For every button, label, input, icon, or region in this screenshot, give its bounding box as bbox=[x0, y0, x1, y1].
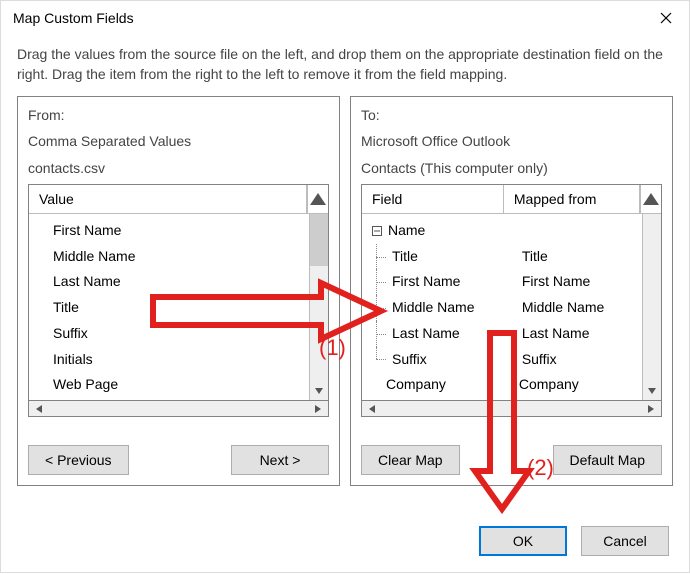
instruction-text: Drag the values from the source file on … bbox=[1, 35, 689, 96]
close-button[interactable] bbox=[643, 2, 689, 34]
mapping-columns: From: Comma Separated Values contacts.cs… bbox=[1, 96, 689, 486]
from-vertical-scrollbar[interactable] bbox=[309, 214, 328, 400]
to-tree-item[interactable]: Last NameLast Name bbox=[364, 321, 640, 347]
next-button[interactable]: Next > bbox=[231, 445, 329, 475]
title-bar: Map Custom Fields bbox=[1, 1, 689, 35]
scroll-down-icon[interactable] bbox=[643, 382, 661, 400]
to-label: To: bbox=[361, 105, 662, 125]
scroll-left-icon[interactable] bbox=[362, 401, 382, 416]
cancel-button[interactable]: Cancel bbox=[581, 526, 669, 556]
to-tree-item[interactable]: TitleTitle bbox=[364, 244, 640, 270]
scroll-down-icon[interactable] bbox=[310, 382, 328, 400]
collapse-icon[interactable] bbox=[370, 224, 384, 238]
to-panel-buttons: Clear Map Default Map bbox=[361, 417, 662, 475]
ok-button[interactable]: OK bbox=[479, 526, 567, 556]
clear-map-button[interactable]: Clear Map bbox=[361, 445, 460, 475]
from-panel: From: Comma Separated Values contacts.cs… bbox=[17, 96, 340, 486]
to-folder: Contacts (This computer only) bbox=[361, 158, 662, 178]
to-list-header: Field Mapped from bbox=[362, 185, 661, 214]
from-listbox[interactable]: Value First Name Middle Name Last Name T… bbox=[28, 184, 329, 401]
from-horizontal-scrollbar[interactable] bbox=[28, 400, 329, 417]
scroll-left-icon[interactable] bbox=[29, 401, 49, 416]
to-tree-item[interactable]: Middle NameMiddle Name bbox=[364, 295, 640, 321]
from-item[interactable]: Title bbox=[31, 295, 307, 321]
to-header-mapped: Mapped from bbox=[504, 185, 640, 213]
to-vertical-scrollbar[interactable] bbox=[642, 214, 661, 400]
from-item[interactable]: Middle Name bbox=[31, 244, 307, 270]
to-target: Microsoft Office Outlook bbox=[361, 131, 662, 151]
to-horizontal-scrollbar[interactable] bbox=[361, 400, 662, 417]
from-list-header: Value bbox=[29, 185, 328, 214]
scroll-right-icon[interactable] bbox=[641, 401, 661, 416]
to-header-field: Field bbox=[362, 185, 504, 213]
to-listbox[interactable]: Field Mapped from Name TitleTitle First … bbox=[361, 184, 662, 401]
from-item[interactable]: Initials bbox=[31, 347, 307, 373]
previous-button[interactable]: < Previous bbox=[28, 445, 129, 475]
to-list-rows: Name TitleTitle First NameFirst Name Mid… bbox=[362, 214, 642, 400]
from-item[interactable]: Suffix bbox=[31, 321, 307, 347]
annotation-step1-label: (1) bbox=[319, 335, 346, 361]
from-header-value: Value bbox=[29, 185, 307, 213]
to-tree-item[interactable]: SuffixSuffix bbox=[364, 347, 640, 373]
scroll-up-icon[interactable] bbox=[640, 185, 661, 213]
dialog-footer: OK Cancel bbox=[479, 526, 669, 556]
from-item[interactable]: Web Page bbox=[31, 372, 307, 398]
to-tree-item[interactable]: CompanyCompany bbox=[364, 372, 640, 398]
to-tree-root[interactable]: Name bbox=[364, 218, 640, 244]
from-file: contacts.csv bbox=[28, 158, 329, 178]
to-panel: To: Microsoft Office Outlook Contacts (T… bbox=[350, 96, 673, 486]
from-format: Comma Separated Values bbox=[28, 131, 329, 151]
close-icon bbox=[660, 12, 672, 24]
to-tree-item[interactable]: First NameFirst Name bbox=[364, 269, 640, 295]
scroll-up-icon[interactable] bbox=[307, 185, 328, 213]
annotation-step2-label: (2) bbox=[527, 455, 554, 481]
default-map-button[interactable]: Default Map bbox=[553, 445, 662, 475]
from-item[interactable]: Last Name bbox=[31, 269, 307, 295]
window-title: Map Custom Fields bbox=[13, 10, 134, 26]
from-label: From: bbox=[28, 105, 329, 125]
from-item[interactable]: First Name bbox=[31, 218, 307, 244]
from-panel-buttons: < Previous Next > bbox=[28, 417, 329, 475]
from-list-rows: First Name Middle Name Last Name Title S… bbox=[29, 214, 309, 400]
scroll-right-icon[interactable] bbox=[308, 401, 328, 416]
